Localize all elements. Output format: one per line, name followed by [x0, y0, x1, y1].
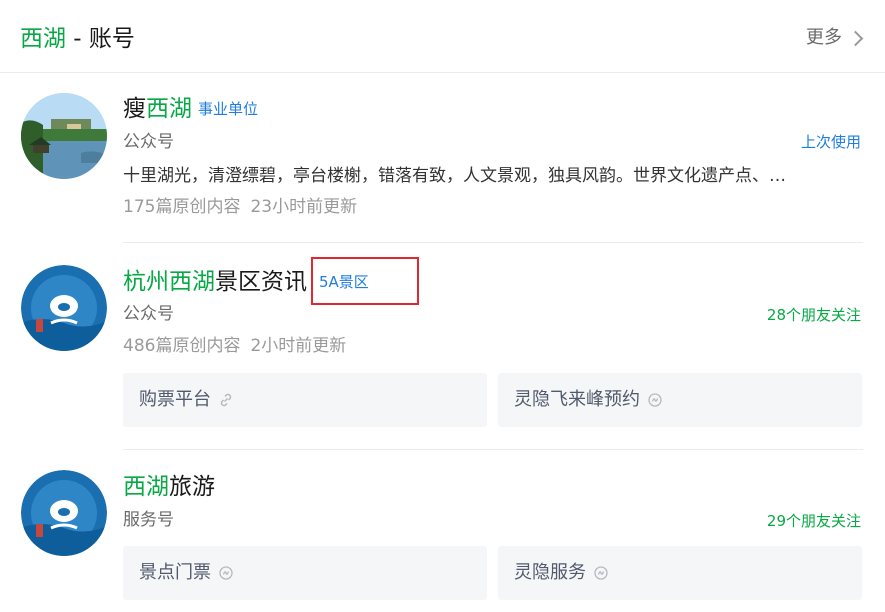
account-description: 十里湖光，清澄缥碧，亭台楼榭，错落有致，人文景观，独具风韵。世界文化遗产点、… — [123, 166, 786, 186]
divider — [123, 242, 863, 243]
account-name-rest: 旅游 — [169, 474, 215, 500]
article-count: 175篇原创内容 — [123, 197, 241, 217]
link-scenic-tickets[interactable]: 景点门票 — [123, 546, 487, 600]
account-meta: 486篇原创内容 2小时前更新 — [123, 334, 346, 358]
avatar — [21, 265, 107, 351]
avatar — [21, 470, 107, 556]
account-name-highlight: 杭州西湖 — [123, 269, 215, 295]
section-header: 西湖 - 账号 更多 — [0, 0, 885, 73]
mini-program-icon — [219, 566, 233, 580]
link-purchase-tickets[interactable]: 购票平台 — [123, 373, 487, 427]
link-icon — [219, 393, 233, 407]
update-time: 2小时前更新 — [250, 336, 347, 356]
link-lingyin-service[interactable]: 灵隐服务 — [498, 546, 862, 600]
section-title-highlight: 西湖 — [20, 26, 66, 52]
last-used-label: 上次使用 — [800, 133, 861, 151]
account-name-prefix: 瘦 — [123, 96, 146, 122]
update-time: 23小时前更新 — [250, 197, 358, 217]
account-tag: 事业单位 — [198, 100, 259, 118]
account-name: 西湖旅游 — [123, 471, 215, 503]
account-name-rest: 景区资讯 — [215, 269, 307, 295]
section-title: 西湖 - 账号 — [20, 22, 135, 56]
annotation-box — [311, 257, 419, 305]
friends-following: 28个朋友关注 — [766, 306, 861, 324]
friends-following: 29个朋友关注 — [766, 512, 861, 530]
account-type: 服务号 — [123, 510, 174, 530]
divider — [123, 449, 863, 450]
mini-program-icon — [594, 566, 608, 580]
section-title-rest: - 账号 — [66, 26, 135, 52]
account-name: 瘦西湖 事业单位 — [123, 93, 258, 125]
chevron-right-icon — [847, 30, 864, 46]
link-label: 灵隐服务 — [514, 562, 586, 583]
link-lingyin-reservation[interactable]: 灵隐飞来峰预约 — [498, 373, 862, 427]
link-label: 灵隐飞来峰预约 — [514, 389, 640, 410]
mini-program-icon — [648, 393, 662, 407]
more-label: 更多 — [806, 27, 842, 48]
account-name-highlight: 西湖 — [123, 474, 169, 500]
link-label: 景点门票 — [139, 562, 211, 583]
more-button[interactable]: 更多 — [806, 24, 864, 52]
account-meta: 175篇原创内容 23小时前更新 — [123, 195, 357, 219]
account-type: 公众号 — [123, 132, 174, 152]
avatar — [21, 93, 107, 179]
article-count: 486篇原创内容 — [123, 336, 241, 356]
link-label: 购票平台 — [139, 389, 211, 410]
account-type: 公众号 — [123, 304, 174, 324]
account-name-highlight: 西湖 — [146, 96, 192, 122]
